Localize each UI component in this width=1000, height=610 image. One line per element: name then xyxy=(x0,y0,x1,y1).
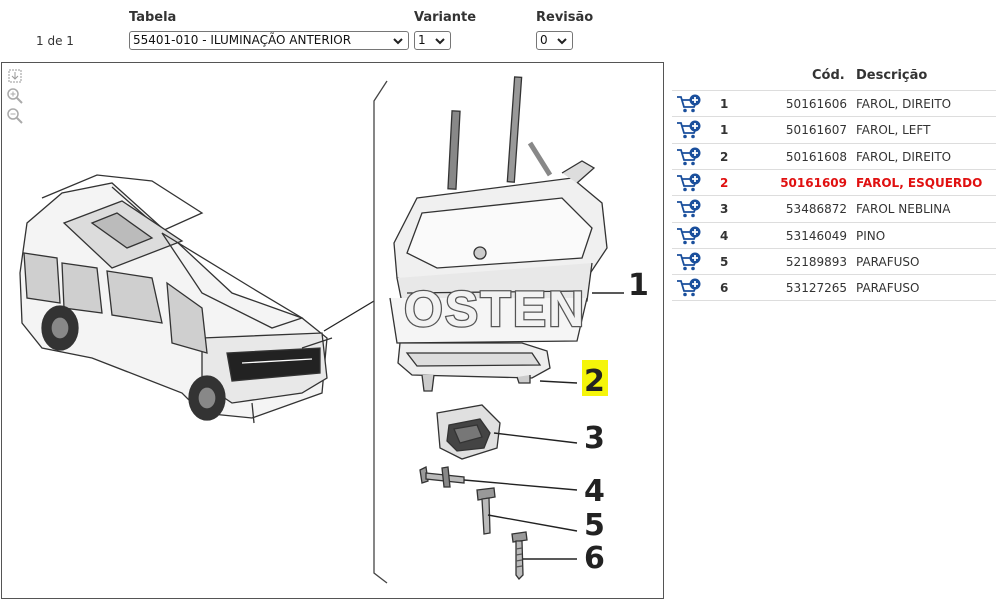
part-4-pin[interactable] xyxy=(419,466,465,488)
row-position: 3 xyxy=(720,202,729,217)
callout-4[interactable]: 4 xyxy=(584,474,605,509)
table-row[interactable]: 2 50161609 FAROL, ESQUERDO xyxy=(672,168,996,195)
row-part-code[interactable]: 53127265 xyxy=(772,281,847,295)
row-description: FAROL, DIREITO xyxy=(856,149,952,164)
row-position: 5 xyxy=(720,254,729,269)
part-2-drl-lamp[interactable] xyxy=(397,342,551,392)
variante-label: Variante xyxy=(414,10,477,25)
row-description: PARAFUSO xyxy=(856,281,920,296)
chevron-down-icon xyxy=(435,38,445,45)
add-to-cart-icon[interactable] xyxy=(676,278,702,298)
row-part-code[interactable]: 53486872 xyxy=(772,202,847,216)
row-part-code[interactable]: 52189893 xyxy=(772,255,847,269)
revisao-select-value: 0 xyxy=(540,33,548,47)
add-to-cart-icon[interactable] xyxy=(676,199,702,219)
part-5-bolt[interactable] xyxy=(476,487,496,535)
row-description: FAROL, ESQUERDO xyxy=(856,175,983,190)
row-position: 1 xyxy=(720,123,729,138)
variante-select[interactable]: 1 xyxy=(414,31,451,50)
callout-5[interactable]: 5 xyxy=(584,508,605,543)
add-to-cart-icon[interactable] xyxy=(676,94,702,114)
watermark-text: OSTEN xyxy=(404,281,586,337)
add-to-cart-icon[interactable] xyxy=(676,252,702,272)
tabela-label: Tabela xyxy=(129,10,177,25)
chevron-down-icon xyxy=(393,38,403,45)
revisao-select[interactable]: 0 xyxy=(536,31,573,50)
callout-6[interactable]: 6 xyxy=(584,541,605,576)
row-position: 1 xyxy=(720,97,729,111)
add-to-cart-icon[interactable] xyxy=(676,147,702,167)
table-row[interactable]: 6 53127265 PARAFUSO xyxy=(672,274,996,300)
table-row[interactable]: 2 50161608 FAROL, DIREITO xyxy=(672,142,996,169)
exploded-diagram-panel[interactable]: 1 2 3 4 5 6 OSTEN xyxy=(1,62,664,599)
row-part-code[interactable]: 50161609 xyxy=(772,176,847,190)
row-position: 2 xyxy=(720,175,729,190)
row-description: PARAFUSO xyxy=(856,254,920,269)
vehicle-illustration xyxy=(19,174,333,424)
row-description: PINO xyxy=(856,228,886,243)
add-to-cart-icon[interactable] xyxy=(676,226,702,246)
row-part-code[interactable]: 50161606 xyxy=(772,97,847,111)
page-indicator: 1 de 1 xyxy=(36,34,74,48)
diagram-svg: 1 2 3 4 5 6 OSTEN xyxy=(19,76,649,584)
tabela-select-value: 55401-010 - ILUMINAÇÃO ANTERIOR xyxy=(133,33,352,47)
add-to-cart-icon[interactable] xyxy=(676,120,702,140)
table-row[interactable]: 4 53146049 PINO xyxy=(672,221,996,248)
table-row[interactable]: 1 50161607 FAROL, LEFT xyxy=(672,116,996,142)
row-position: 6 xyxy=(720,281,729,296)
table-bottom-border xyxy=(672,300,996,302)
detail-frame xyxy=(373,80,388,584)
parts-catalog-page: Tabela Variante Revisão 1 de 1 55401-010… xyxy=(0,0,1000,610)
chevron-down-icon xyxy=(557,38,567,45)
revisao-label: Revisão xyxy=(536,10,594,25)
row-description: FAROL, LEFT xyxy=(856,123,931,138)
callout-2[interactable]: 2 xyxy=(584,364,605,399)
variante-select-value: 1 xyxy=(418,33,426,47)
callout-3[interactable]: 3 xyxy=(584,421,605,456)
tabela-select[interactable]: 55401-010 - ILUMINAÇÃO ANTERIOR xyxy=(129,31,409,50)
table-row[interactable]: 5 52189893 PARAFUSO xyxy=(672,247,996,274)
row-part-code[interactable]: 50161608 xyxy=(772,150,847,164)
vehicle-leader-line xyxy=(323,300,375,332)
row-position: 2 xyxy=(720,149,729,164)
row-part-code[interactable]: 50161607 xyxy=(772,123,847,137)
add-to-cart-icon[interactable] xyxy=(676,173,702,193)
col-header-description: Descrição xyxy=(856,68,928,83)
col-header-code: Cód. xyxy=(812,68,845,83)
row-position: 4 xyxy=(720,228,729,243)
part-3-fog-lamp[interactable] xyxy=(436,404,501,460)
row-description: FAROL NEBLINA xyxy=(856,202,951,217)
row-part-code[interactable]: 53146049 xyxy=(772,229,847,243)
row-description: FAROL, DIREITO xyxy=(856,97,952,111)
part-6-screw[interactable] xyxy=(511,531,528,580)
callout-1[interactable]: 1 xyxy=(628,268,649,303)
table-row[interactable]: 1 50161606 FAROL, DIREITO xyxy=(672,90,996,116)
table-row[interactable]: 3 53486872 FAROL NEBLINA xyxy=(672,195,996,221)
